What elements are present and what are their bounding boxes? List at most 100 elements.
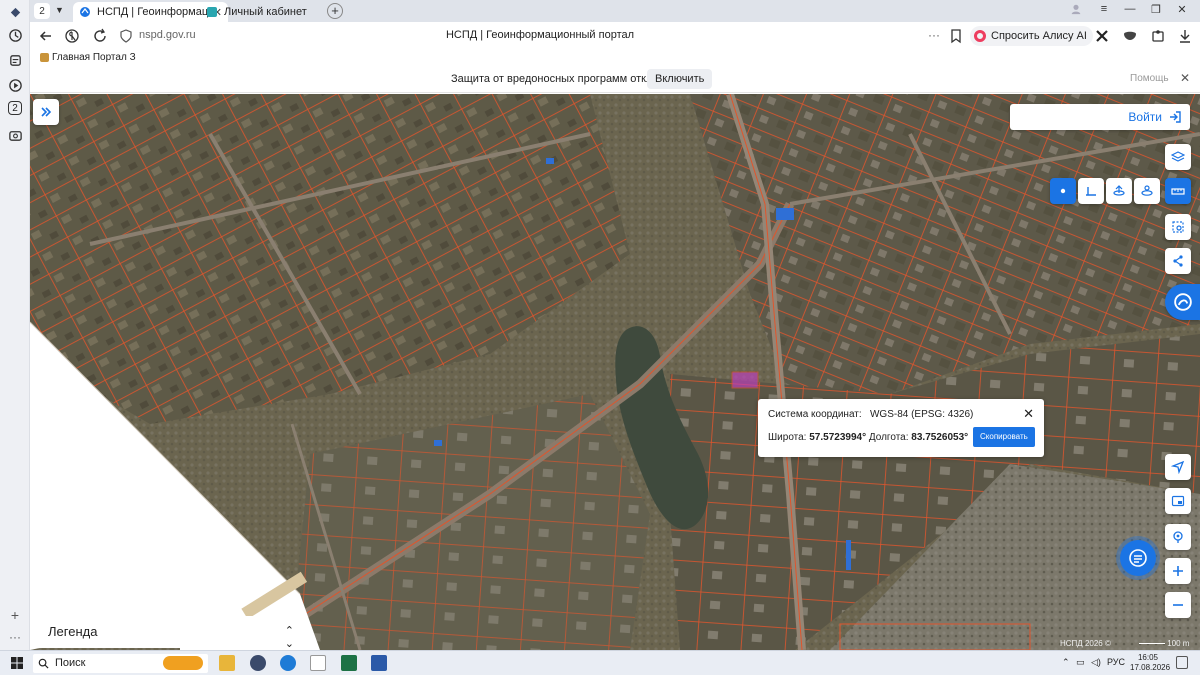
tab-count-badge[interactable]: 2 [34, 3, 50, 19]
coordinates-row: Широта: 57.5723994° Долгота: 83.7526053° [768, 432, 968, 443]
reload-icon[interactable] [92, 28, 108, 44]
windows-taskbar: Поиск ⌃ ▭ ◁) РУС 16:05 17.08.2026 [0, 650, 1200, 675]
enable-protection-button[interactable]: Включить [647, 69, 713, 89]
tab-title: НСПД | Геоинформаци [97, 6, 209, 18]
ruler-button[interactable] [1165, 178, 1191, 204]
tab-title: Личный кабинет [224, 6, 307, 18]
taskbar-search[interactable]: Поиск [33, 654, 208, 673]
file-explorer-icon[interactable] [219, 655, 235, 671]
maximize-icon[interactable]: ❐ [1146, 3, 1166, 19]
collections-icon[interactable] [6, 51, 24, 69]
select-area-button[interactable] [1165, 214, 1191, 240]
share-button[interactable] [1165, 248, 1191, 274]
login-bar[interactable]: Войти [1010, 104, 1190, 130]
close-infobar-icon[interactable]: ✕ [1180, 71, 1190, 85]
back-icon[interactable] [38, 28, 54, 44]
gosuslugi-button[interactable] [1165, 284, 1200, 320]
close-window-icon[interactable]: ✕ [1172, 3, 1192, 19]
search-icon [38, 658, 49, 669]
chat-icon [1129, 549, 1147, 567]
clock-time: 16:05 [1137, 653, 1159, 662]
measure-line-icon [1086, 187, 1096, 196]
keyboard-language[interactable]: РУС [1107, 657, 1125, 667]
satellite-map-imagery [30, 94, 1200, 650]
map-scale: 100 m [1136, 639, 1189, 648]
layers-button[interactable] [1165, 144, 1191, 170]
layers-icon [1171, 151, 1185, 162]
page-title: НСПД | Геоинформационный портал [445, 29, 635, 41]
minimize-icon[interactable]: — [1120, 3, 1140, 19]
notepad-icon[interactable] [310, 655, 326, 671]
puzzle-icon[interactable] [1150, 28, 1166, 44]
more-actions-icon[interactable]: ··· [928, 28, 944, 44]
latitude-value: 57.5723994° [809, 432, 867, 443]
history-icon[interactable] [6, 26, 24, 44]
bookmark-icon[interactable] [948, 28, 964, 44]
legend-toggle-icon[interactable]: ⌃ ⌄ [285, 624, 294, 650]
alice-icon [974, 30, 986, 42]
measure-radius-button[interactable] [1134, 178, 1160, 204]
point-icon [1060, 188, 1066, 194]
location-pin-icon [1173, 531, 1183, 543]
zoom-out-button[interactable] [1165, 592, 1191, 618]
tray-chevron-icon[interactable]: ⌃ [1062, 657, 1070, 668]
tab-list-chevron-icon[interactable]: ▼ [55, 5, 64, 15]
coordinate-system-label: Система координат: [768, 409, 862, 420]
minimap-button[interactable] [1165, 488, 1191, 514]
bookmark-item[interactable]: Главная Портал З [40, 52, 136, 63]
longitude-label: Долгота: [868, 432, 909, 443]
expand-panel-button[interactable] [33, 99, 59, 125]
minus-icon [1173, 604, 1183, 606]
point-tool-button[interactable] [1050, 178, 1076, 204]
measure-line-button[interactable] [1078, 178, 1104, 204]
browser-app-icon[interactable] [280, 655, 296, 671]
nspd-favicon-icon [79, 6, 91, 18]
chat-assistant-button[interactable] [1120, 540, 1156, 576]
add-panel-icon[interactable]: + [6, 606, 24, 624]
plus-icon [1173, 566, 1183, 576]
coordinate-system-value: WGS-84 (EPSG: 4326) [869, 409, 974, 420]
geolocation-button[interactable] [1165, 454, 1191, 480]
login-link[interactable]: Войти [1128, 110, 1162, 124]
scale-bar [1139, 643, 1165, 645]
extensions-icon[interactable] [1094, 28, 1110, 44]
volume-icon[interactable]: ◁) [1091, 657, 1101, 668]
map-viewport[interactable]: Войти Система координат: WGS-84 (EPSG: 4… [30, 94, 1200, 650]
measure-area-button[interactable] [1106, 178, 1132, 204]
ask-alice-button[interactable]: Спросить Алису AI [970, 26, 1093, 46]
windows-start-icon[interactable] [11, 657, 23, 669]
protect-icon[interactable] [1122, 28, 1138, 44]
clock[interactable]: 16:05 17.08.2026 [1130, 653, 1170, 673]
menu-icon[interactable]: ≡ [1094, 3, 1114, 19]
yandex-icon[interactable] [64, 28, 80, 44]
search-highlight-icon [163, 656, 203, 670]
rail-badge[interactable]: 2 [8, 101, 22, 115]
zoom-in-button[interactable] [1165, 558, 1191, 584]
site-security-icon[interactable] [118, 28, 134, 44]
play-icon[interactable] [6, 76, 24, 94]
location-pin-button[interactable] [1165, 524, 1191, 550]
profile-icon[interactable] [1066, 3, 1086, 19]
help-link[interactable]: Помощь [1130, 73, 1169, 84]
new-tab-button[interactable]: + [327, 3, 343, 19]
excel-icon[interactable] [341, 655, 357, 671]
network-icon[interactable]: ▭ [1076, 657, 1085, 668]
measure-radius-icon [1141, 185, 1153, 196]
bookmarks-bar: Главная Портал З [30, 50, 1200, 66]
yandex-browser-icon[interactable] [250, 655, 266, 671]
close-popup-icon[interactable]: ✕ [1023, 406, 1034, 422]
search-label: Поиск [55, 657, 86, 669]
screenshot-icon[interactable] [6, 126, 24, 144]
url-field[interactable]: nspd.gov.ru [139, 29, 196, 41]
copy-coordinates-button[interactable]: Скопировать [973, 427, 1035, 447]
protection-infobar: Защита от вредоносных программ отключена… [30, 66, 1200, 93]
browser-side-rail: 2 + ··· [0, 0, 30, 650]
word-icon[interactable] [371, 655, 387, 671]
legend-panel[interactable]: Легенда ⌃ ⌄ [38, 616, 306, 650]
browser-logo-icon[interactable] [6, 3, 24, 21]
notifications-icon[interactable] [1176, 656, 1188, 669]
more-icon[interactable]: ··· [6, 628, 24, 646]
download-icon[interactable] [1177, 28, 1193, 44]
tab-cabinet[interactable]: Личный кабинет [200, 2, 330, 22]
login-icon[interactable] [1168, 110, 1182, 124]
